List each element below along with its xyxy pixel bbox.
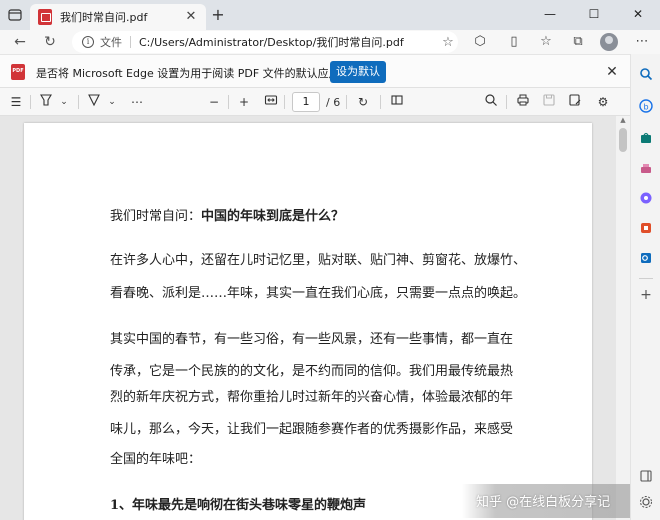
scrollbar-thumb[interactable] (619, 128, 627, 152)
draw-dropdown-icon[interactable]: ⌄ (106, 93, 118, 111)
section-heading: 1、年味最先是响彻在街头巷味零星的鞭炮声 (110, 498, 367, 513)
tab-actions-icon[interactable] (6, 6, 24, 24)
shopping-icon[interactable] (639, 130, 653, 144)
paragraph-line: 传承，它是一个民族的的文化，是不约而同的信仰。我们用最传统最热 (110, 364, 514, 379)
favorite-star-icon[interactable]: ☆ (438, 35, 458, 50)
pdf-file-icon (38, 9, 52, 25)
print-icon[interactable] (514, 93, 532, 111)
info-icon[interactable]: i (82, 36, 94, 48)
toolbar-separator (78, 95, 79, 109)
window-close-icon[interactable]: ✕ (616, 0, 660, 30)
document-title: 我们时常自问：中国的年味到底是什么？ (110, 205, 344, 224)
paragraph-line: 烈的新年庆祝方式，帮你重拾儿时过新年的兴奋心情，体验最浓郁的年 (110, 390, 514, 405)
default-app-infobar: 是否将 Microsoft Edge 设置为用于阅读 PDF 文件的默认应用程序… (0, 54, 630, 88)
paragraph-line: 全国的年味吧： (110, 452, 202, 467)
back-icon[interactable]: ← (10, 33, 30, 51)
sidebar-settings-gear-icon[interactable] (639, 494, 653, 508)
address-url[interactable]: C:/Users/Administrator/Desktop/我们时常自问.pd… (139, 34, 438, 50)
document-viewer[interactable]: 我们时常自问：中国的年味到底是什么？ 在许多人心中，还留在儿时记忆里，贴对联、贴… (0, 116, 616, 520)
outlook-icon[interactable] (639, 250, 653, 264)
navigation-bar: ← ↻ i 文件 C:/Users/Administrator/Desktop/… (0, 30, 660, 54)
favorites-icon[interactable]: ☆ (536, 33, 556, 51)
profile-avatar[interactable] (600, 33, 618, 51)
fit-page-icon[interactable] (262, 93, 280, 111)
page-view-icon[interactable] (388, 93, 406, 111)
pdf-page: 我们时常自问：中国的年味到底是什么？ 在许多人心中，还留在儿时记忆里，贴对联、贴… (24, 123, 592, 520)
sidebar-divider (639, 278, 653, 279)
zoom-in-icon[interactable]: + (236, 93, 252, 111)
contents-icon[interactable]: ☰ (8, 93, 24, 111)
games-icon[interactable] (639, 190, 653, 204)
search-icon[interactable] (482, 93, 500, 111)
title-prefix: 我们时常自问： (110, 209, 202, 224)
address-label: 文件 (100, 36, 122, 49)
address-separator (130, 36, 131, 48)
sidebar-search-icon[interactable] (639, 66, 653, 81)
tab-title: 我们时常自问.pdf (60, 11, 148, 24)
zoom-out-icon[interactable]: − (206, 93, 222, 111)
settings-gear-icon[interactable]: ⚙ (594, 93, 612, 111)
highlight-icon[interactable] (38, 93, 54, 111)
save-icon[interactable] (540, 93, 558, 111)
split-screen-icon[interactable]: ▯ (504, 33, 524, 51)
vertical-scrollbar[interactable]: ▲ (616, 116, 630, 520)
address-bar[interactable]: i 文件 C:/Users/Administrator/Desktop/我们时常… (72, 31, 458, 53)
sidebar-layout-icon[interactable] (639, 468, 653, 482)
page-total: / 6 (326, 96, 341, 109)
paragraph-line: 看春晚、派利是……年味，其实一直在我们心底，只需要一点点的唤起。 (110, 286, 527, 301)
collections-icon[interactable]: ⧉ (568, 33, 588, 51)
toolbar-separator (506, 95, 507, 109)
title-bar: 我们时常自问.pdf ✕ + — ☐ ✕ (0, 0, 660, 30)
scroll-up-icon[interactable]: ▲ (618, 116, 628, 124)
toolbar-separator (228, 95, 229, 109)
new-tab-icon[interactable]: + (209, 6, 227, 24)
pdf-icon (11, 64, 25, 80)
maximize-icon[interactable]: ☐ (572, 0, 616, 30)
save-as-icon[interactable] (566, 93, 584, 111)
draw-icon[interactable] (86, 93, 102, 111)
infobar-close-icon[interactable]: ✕ (603, 63, 621, 81)
browser-tab[interactable]: 我们时常自问.pdf ✕ (30, 4, 206, 30)
set-default-button[interactable]: 设为默认 (330, 61, 386, 83)
bing-chat-icon[interactable]: b (639, 98, 653, 113)
highlight-dropdown-icon[interactable]: ⌄ (58, 93, 70, 111)
more-tools-icon[interactable]: ⋯ (128, 93, 146, 111)
svg-text:b: b (644, 103, 649, 112)
watermark-text: 知乎 @在线白板分享记 (476, 495, 611, 510)
title-bold: 中国的年味到底是什么？ (201, 209, 345, 224)
add-icon[interactable]: + (639, 288, 653, 302)
rotate-icon[interactable]: ↻ (354, 93, 372, 111)
refresh-icon[interactable]: ↻ (40, 33, 60, 51)
infobar-message: 是否将 Microsoft Edge 设置为用于阅读 PDF 文件的默认应用程序… (36, 67, 368, 80)
paragraph-line: 其实中国的春节，有一些习俗，有一些风景，还有一些事情，都一直在 (110, 332, 514, 347)
minimize-icon[interactable]: — (528, 0, 572, 30)
toolbar-separator (380, 95, 381, 109)
extensions-icon[interactable]: ⬡ (470, 33, 490, 51)
office-icon[interactable] (639, 220, 653, 234)
toolbar-separator (30, 95, 31, 109)
pdf-toolbar: ☰ ⌄ ⌄ ⋯ − + 1 / 6 ↻ ⚙ (0, 88, 630, 116)
toolbar-separator (284, 95, 285, 109)
paragraph-line: 味儿，那么，今天，让我们一起跟随参赛作者的优秀摄影作品，来感受 (110, 422, 514, 437)
paragraph-line: 在许多人心中，还留在儿时记忆里，贴对联、贴门神、剪窗花、放爆竹、 (110, 253, 527, 268)
page-number-input[interactable]: 1 (292, 92, 320, 112)
tab-close-icon[interactable]: ✕ (182, 8, 200, 26)
more-options-icon[interactable]: ⋯ (632, 33, 652, 51)
edge-sidebar: b + (630, 54, 660, 520)
tools-icon[interactable] (639, 160, 653, 174)
toolbar-separator (346, 95, 347, 109)
